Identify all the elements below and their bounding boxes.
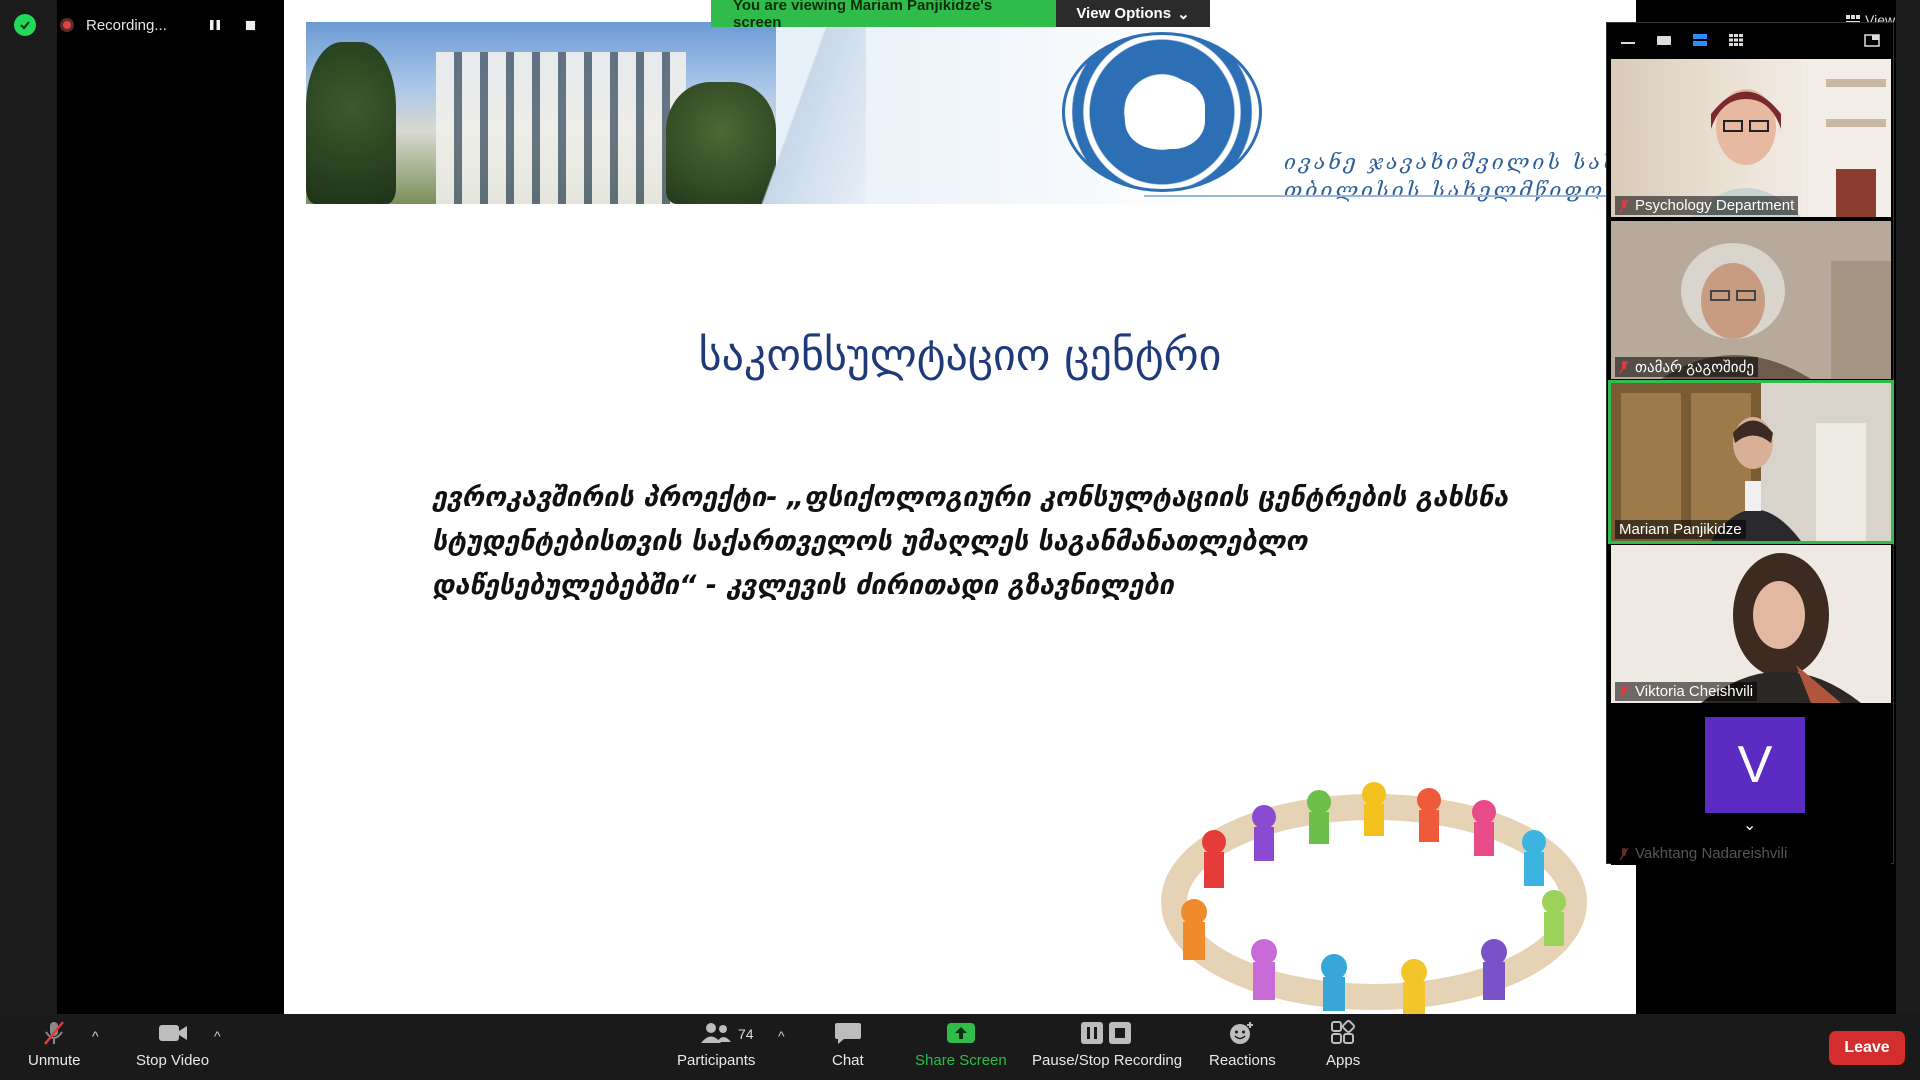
video-camera-icon xyxy=(158,1025,187,1041)
participant-avatar: V xyxy=(1705,717,1805,813)
audio-options-caret-icon[interactable]: ^ xyxy=(92,1028,99,1044)
participant-name-tag: Psychology Department xyxy=(1615,196,1799,215)
share-screen-button[interactable]: Share Screen xyxy=(915,1020,1007,1069)
reactions-smiley-icon xyxy=(1230,1022,1254,1044)
university-name-line2: თბილისის სახელმწიფო უნივერსიტეტი xyxy=(1284,178,1636,202)
view-options-button[interactable]: View Options ⌄ xyxy=(1056,0,1210,27)
participant-name-tag: Viktoria Cheishvili xyxy=(1615,682,1758,701)
university-name-line1: ივანე ჯავახიშვილის სახელობის xyxy=(1284,150,1636,174)
paper-people-circle-image xyxy=(1161,782,1587,1014)
view-options-label: View Options xyxy=(1076,5,1172,22)
participant-name: თამარ გაგოშიძე xyxy=(1635,359,1755,376)
speaker-view-icon[interactable] xyxy=(1655,33,1673,47)
participant-tile[interactable]: Viktoria Cheishvili xyxy=(1611,545,1891,703)
pop-out-icon[interactable] xyxy=(1863,33,1881,47)
recording-dot-icon xyxy=(60,18,74,32)
meeting-toolbar: Unmute ^ Stop Video ^ Participants 74 ^ … xyxy=(0,1014,1920,1080)
participants-count: 74 xyxy=(738,1026,754,1042)
participant-name-tag: Mariam Panjikidze xyxy=(1615,520,1746,539)
minimize-icon[interactable] xyxy=(1619,33,1637,47)
chevron-down-icon[interactable]: ⌄ xyxy=(1743,815,1756,835)
apps-button[interactable]: Apps xyxy=(1326,1020,1360,1069)
apps-icon xyxy=(1331,1020,1356,1044)
pause-stop-recording-icon xyxy=(1081,1022,1132,1044)
tree-image xyxy=(306,42,396,204)
shared-screen: ივანე ჯავახიშვილის სახელობის თბილისის სა… xyxy=(284,0,1636,1014)
participant-tile-active-speaker[interactable]: Mariam Panjikidze xyxy=(1608,380,1894,544)
far-right-strip xyxy=(1896,0,1920,1014)
pause-stop-recording-label: Pause/Stop Recording xyxy=(1032,1052,1183,1069)
gallery-grid-icon[interactable] xyxy=(1727,33,1745,47)
security-shield-icon[interactable] xyxy=(14,14,36,36)
participants-label: Participants xyxy=(677,1052,756,1069)
unmute-button[interactable]: Unmute xyxy=(28,1020,81,1069)
participant-name: Psychology Department xyxy=(1635,197,1795,214)
reactions-button[interactable]: Reactions xyxy=(1209,1020,1276,1069)
share-screen-icon xyxy=(946,1023,975,1043)
participant-video xyxy=(1611,221,1891,379)
stop-recording-icon[interactable] xyxy=(243,17,259,33)
participant-tile[interactable]: თამარ გაგოშიძე xyxy=(1611,221,1891,379)
video-options-caret-icon[interactable]: ^ xyxy=(214,1028,221,1044)
slide-title: საკონსულტაციო ცენტრი xyxy=(698,330,1222,381)
participant-gallery: Psychology Department თამარ გაგოშიძე Mar… xyxy=(1606,22,1894,865)
pause-recording-icon[interactable] xyxy=(207,17,223,33)
reactions-label: Reactions xyxy=(1209,1052,1276,1069)
recording-indicator: Recording... xyxy=(60,10,259,40)
microphone-muted-icon xyxy=(44,1021,65,1045)
apps-label: Apps xyxy=(1326,1052,1361,1069)
pause-stop-recording-button[interactable]: Pause/Stop Recording xyxy=(1032,1020,1182,1069)
leave-button[interactable]: Leave xyxy=(1829,1031,1905,1065)
stop-video-button[interactable]: Stop Video xyxy=(136,1020,209,1069)
participant-name-tag: Vakhtang Nadareishvili xyxy=(1615,844,1791,863)
unmute-label: Unmute xyxy=(28,1052,81,1069)
university-building-image xyxy=(436,52,686,204)
viewing-label: You are viewing Mariam Panjikidze's scre… xyxy=(711,0,1056,31)
participant-tile[interactable]: V Vakhtang Nadareishvili ⌄ xyxy=(1611,707,1891,865)
participant-video xyxy=(1611,383,1891,541)
participant-tile[interactable]: Psychology Department xyxy=(1611,59,1891,217)
zoom-meeting-window: Recording... ივანე ჯავახიშვილის სახელობი… xyxy=(0,0,1920,1080)
strip-view-icon[interactable] xyxy=(1691,33,1709,47)
university-seal-logo xyxy=(1062,32,1262,192)
mic-muted-icon xyxy=(1619,199,1629,213)
chevron-down-icon: ⌄ xyxy=(1177,5,1190,23)
banner-divider xyxy=(1144,195,1634,197)
left-strip xyxy=(0,0,57,1014)
viewing-banner: You are viewing Mariam Panjikidze's scre… xyxy=(711,0,1210,31)
chat-icon xyxy=(834,1023,861,1044)
participant-video xyxy=(1611,545,1891,703)
slide-body-text: ევროკავშირის პროექტი- „ფსიქოლოგიური კონს… xyxy=(432,482,1509,601)
mic-muted-icon xyxy=(1619,685,1629,699)
participant-name: Mariam Panjikidze xyxy=(1619,521,1742,538)
participant-name: Vakhtang Nadareishvili xyxy=(1635,845,1788,862)
participant-video xyxy=(1691,59,1891,217)
mic-muted-icon xyxy=(1619,847,1629,861)
share-screen-label: Share Screen xyxy=(915,1052,1007,1069)
recording-label: Recording... xyxy=(86,16,167,34)
gallery-toolbar xyxy=(1607,23,1893,57)
chat-label: Chat xyxy=(832,1052,864,1069)
banner-wedge xyxy=(726,22,866,204)
mic-muted-icon xyxy=(1619,360,1629,374)
stop-video-label: Stop Video xyxy=(136,1052,210,1069)
participant-name: Viktoria Cheishvili xyxy=(1635,683,1754,700)
participants-options-caret-icon[interactable]: ^ xyxy=(778,1028,785,1044)
participants-icon xyxy=(701,1023,732,1043)
left-black-area xyxy=(57,0,284,1014)
participant-name-tag: თამარ გაგოშიძე xyxy=(1615,357,1759,377)
chat-button[interactable]: Chat xyxy=(832,1020,864,1069)
